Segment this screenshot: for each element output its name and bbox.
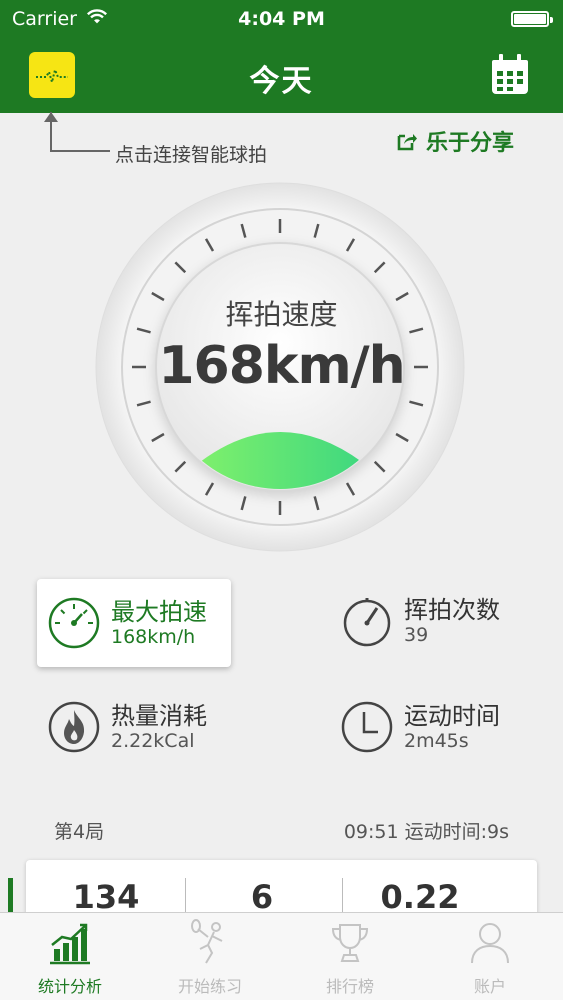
stat-label: 挥拍次数	[404, 596, 500, 624]
stat-value: 39	[404, 624, 429, 646]
stat-exercise-time[interactable]: 运动时间 2m45s	[340, 700, 500, 754]
stat-value: 2m45s	[404, 730, 469, 752]
navigation-bar: Carrier 4:04 PM 今天	[0, 0, 563, 113]
stat-value: 2.22kCal	[111, 730, 195, 752]
game-value: 6	[250, 878, 274, 916]
speedometer-icon	[48, 597, 100, 649]
share-icon	[397, 134, 417, 151]
stat-label: 最大拍速	[111, 598, 207, 626]
game-indicator	[8, 878, 13, 914]
game-meta: 09:51 运动时间:9s	[343, 821, 509, 843]
hint-connector-horizontal	[50, 150, 110, 152]
stat-label: 运动时间	[404, 702, 500, 730]
game-title: 第4局	[54, 821, 105, 843]
game-value: 0.22	[380, 878, 460, 916]
stat-label: 热量消耗	[111, 702, 207, 730]
stat-calories[interactable]: 热量消耗 2.22kCal	[47, 700, 207, 754]
stopwatch-icon	[343, 598, 391, 647]
tab-label: 账户	[473, 977, 506, 996]
page-title: 今天	[249, 64, 314, 99]
calendar-button[interactable]	[490, 52, 530, 98]
clock-time: 4:04 PM	[238, 8, 325, 30]
stat-swing-count[interactable]: 挥拍次数 39	[340, 594, 500, 648]
tab-account[interactable]: 账户	[420, 913, 560, 1000]
bar-chart-icon	[50, 923, 90, 965]
gauge-title: 挥拍速度	[225, 298, 338, 331]
status-bar: Carrier 4:04 PM	[0, 0, 563, 38]
stat-value: 168km/h	[111, 626, 196, 648]
clock-icon	[341, 701, 393, 753]
share-label: 乐于分享	[426, 131, 515, 156]
game-value: 134	[72, 878, 140, 916]
tab-bar: 统计分析 开始练习 排行榜 账户	[0, 912, 563, 1000]
stat-max-speed[interactable]: 最大拍速 168km/h	[37, 579, 231, 667]
share-button[interactable]: 乐于分享	[396, 126, 514, 156]
tab-label: 统计分析	[37, 977, 102, 996]
hint-connector	[50, 112, 52, 152]
tab-leaderboard[interactable]: 排行榜	[280, 913, 420, 1000]
battery-icon	[511, 11, 553, 27]
user-icon	[471, 923, 509, 964]
trophy-icon	[331, 924, 369, 962]
player-icon	[191, 919, 223, 964]
gauge-value: 168km/h	[158, 336, 405, 396]
calendar-icon	[492, 54, 528, 94]
tab-label: 排行榜	[325, 977, 374, 996]
connect-hint: 点击连接智能球拍	[115, 144, 268, 166]
tab-start-practice[interactable]: 开始练习	[140, 913, 280, 1000]
tab-statistics[interactable]: 统计分析	[0, 913, 140, 1000]
flame-icon	[48, 701, 100, 753]
tab-label: 开始练习	[177, 977, 242, 996]
